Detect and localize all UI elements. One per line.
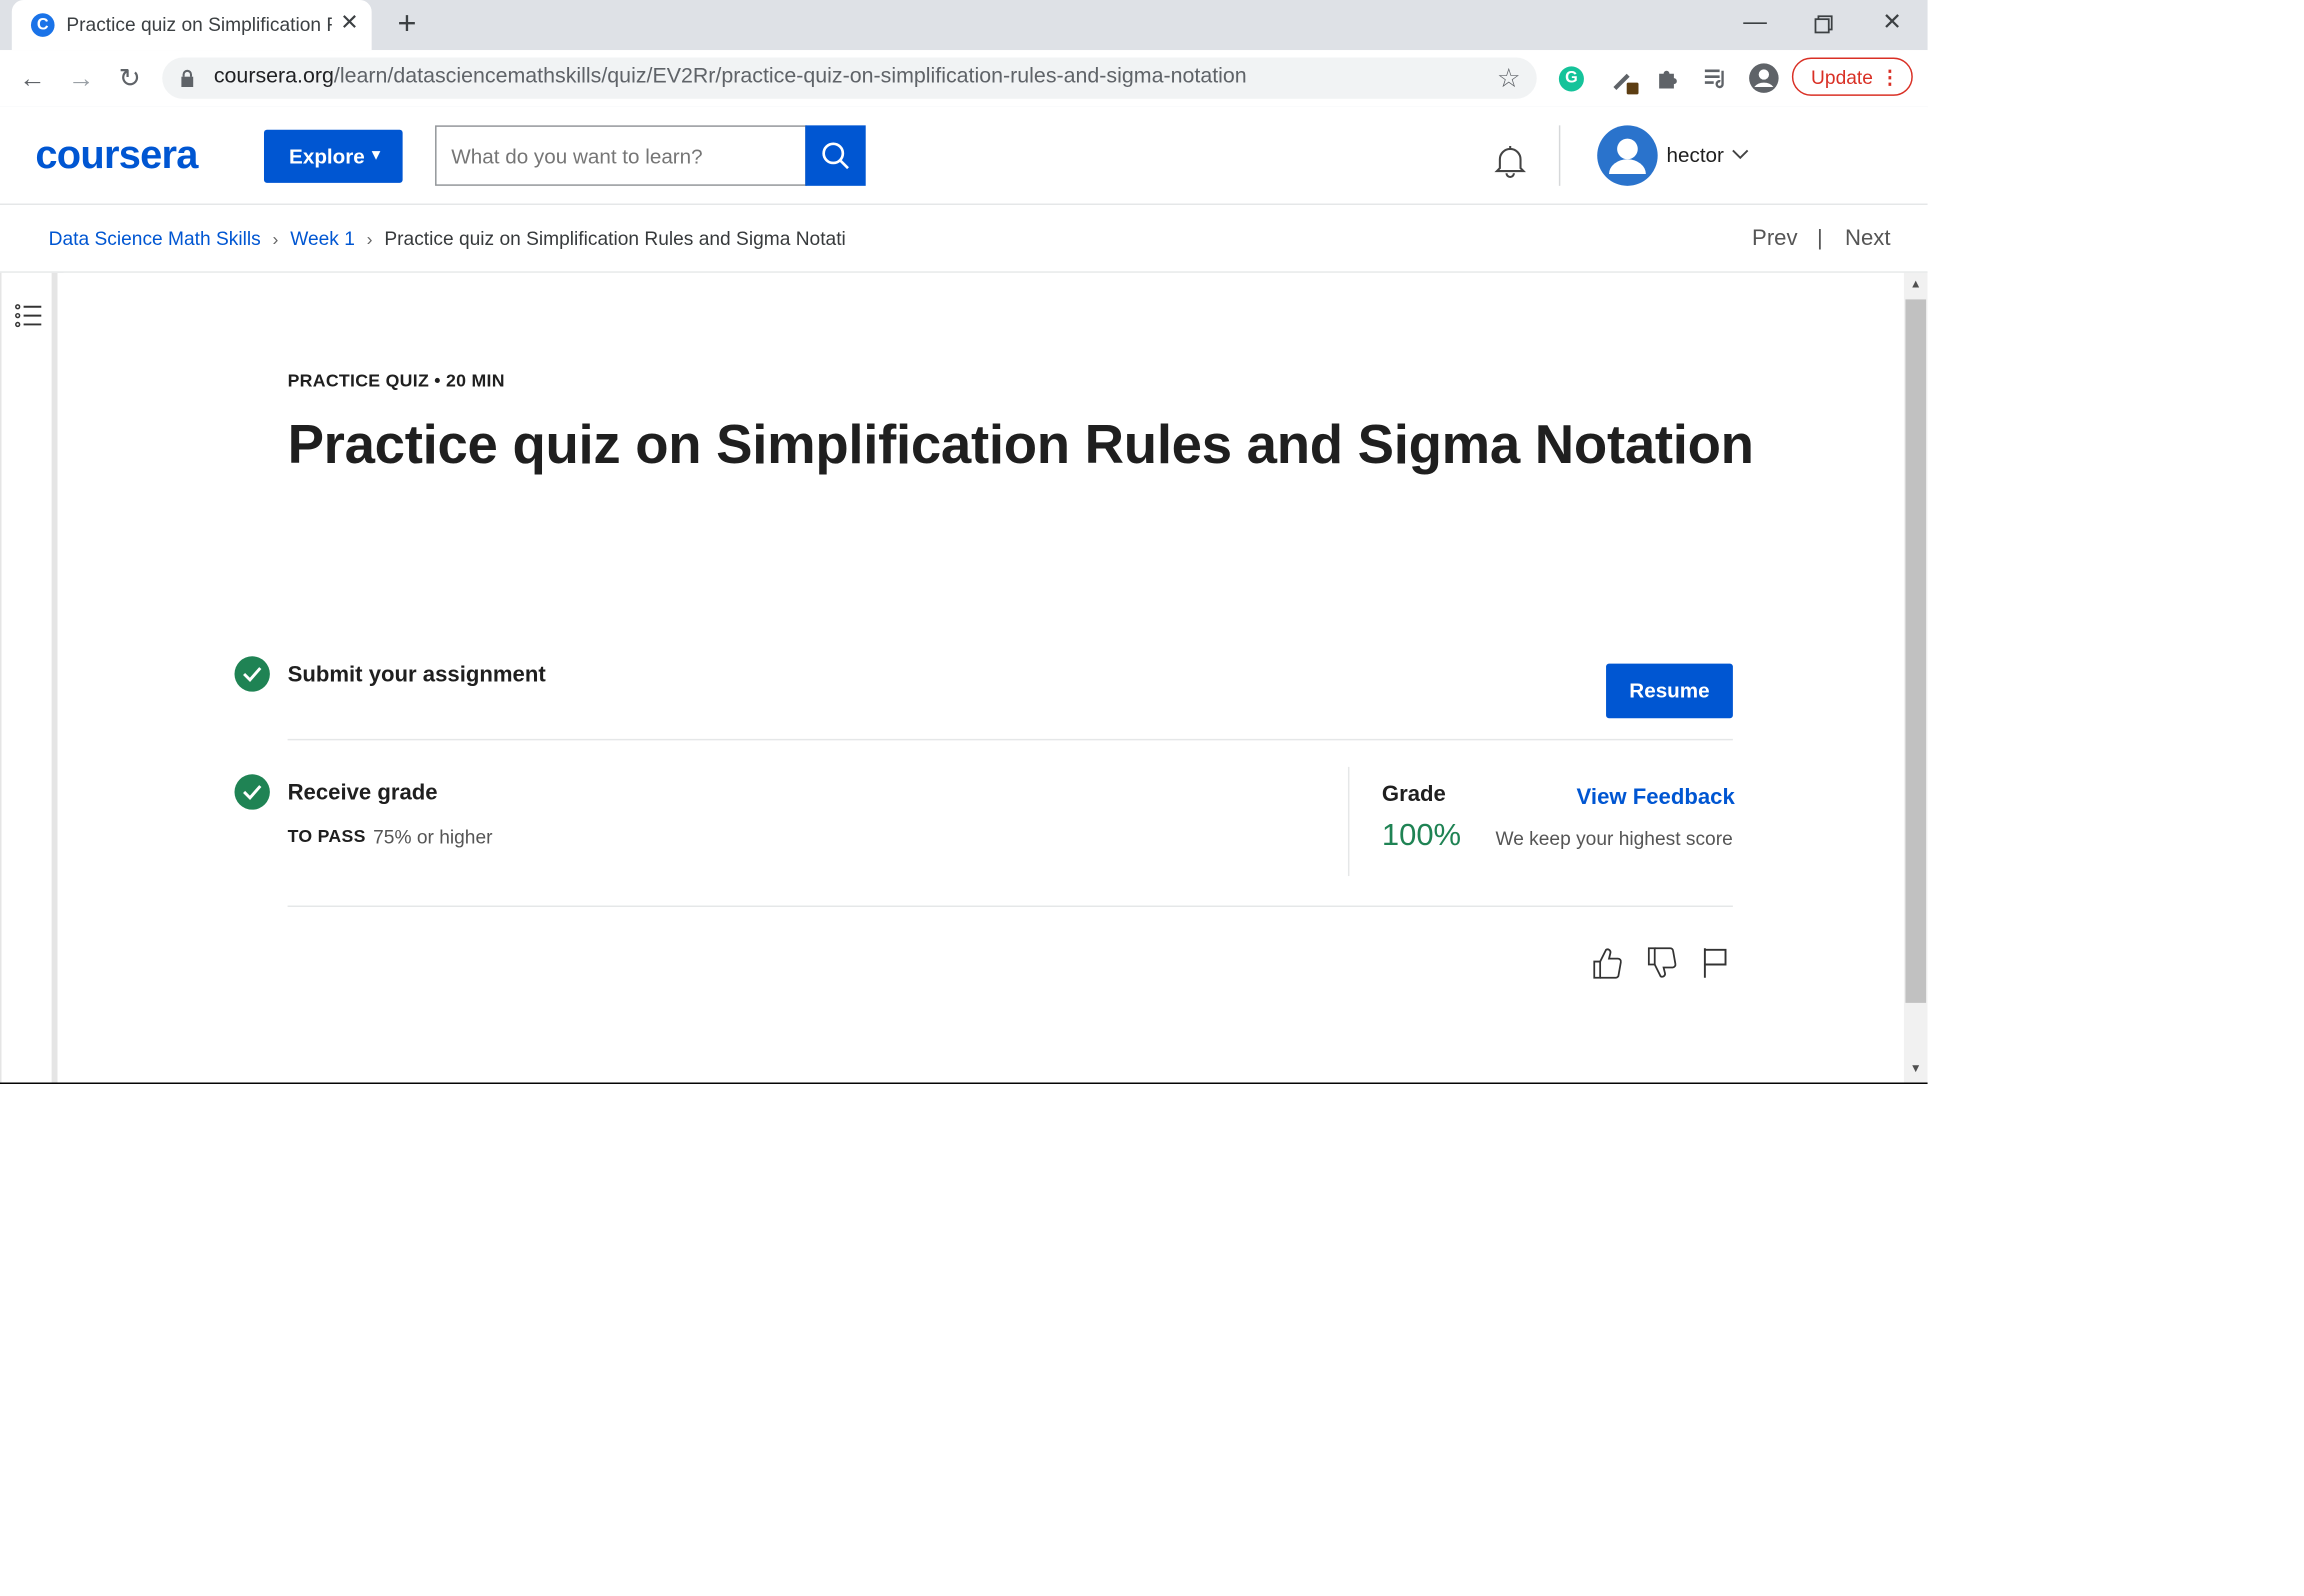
grade-divider (1347, 766, 1350, 877)
grammarly-extension-icon[interactable]: G (1558, 66, 1584, 92)
page-title: Practice quiz on Simplification Rules an… (287, 414, 1754, 475)
explore-button[interactable]: Explore ▼ (263, 129, 403, 183)
submit-complete-check-icon (234, 656, 270, 692)
tab-close-icon[interactable]: ✕ (338, 11, 362, 36)
window-close-icon[interactable]: ✕ (1870, 7, 1914, 39)
flag-icon[interactable] (1700, 945, 1729, 980)
to-pass-label: TO PASS (287, 825, 366, 847)
tab-strip: C Practice quiz on Simplification Rules … (0, 0, 1928, 51)
main-content: PRACTICE QUIZ • 20 MIN Practice quiz on … (63, 272, 1904, 1083)
new-tab-icon[interactable]: + (389, 7, 424, 42)
coursera-logo[interactable]: coursera (35, 133, 198, 179)
update-button[interactable]: Update ⋮ (1791, 57, 1913, 96)
submit-assignment-label: Submit your assignment (287, 662, 546, 688)
username[interactable]: hector (1667, 143, 1724, 167)
quiz-meta: PRACTICE QUIZ • 20 MIN (287, 370, 505, 391)
url-text[interactable]: coursera.org/learn/datasciencemathskills… (214, 65, 1247, 89)
left-rail (0, 272, 58, 1083)
profile-icon[interactable] (1748, 62, 1780, 94)
breadcrumb-current: Practice quiz on Simplification Rules an… (384, 227, 846, 250)
prev-link[interactable]: Prev (1752, 226, 1797, 251)
bookmark-star-icon[interactable]: ☆ (1497, 63, 1521, 92)
scrollbar-thumb[interactable] (1905, 299, 1927, 1003)
reload-icon[interactable]: ↻ (114, 62, 146, 94)
restore-icon[interactable] (1801, 7, 1845, 39)
tab-title: Practice quiz on Simplification Rules an… (66, 13, 331, 36)
search-input[interactable] (436, 126, 806, 185)
thumbs-up-icon[interactable] (1591, 945, 1623, 980)
header-divider (1558, 125, 1561, 186)
next-link[interactable]: Next (1845, 226, 1890, 251)
divider (287, 905, 1733, 908)
back-icon[interactable]: ← (16, 62, 48, 94)
scroll-down-arrow-icon[interactable]: ▼ (1904, 1062, 1928, 1077)
user-menu-chevron-icon[interactable] (1730, 143, 1751, 164)
highest-score-note: We keep your highest score (1495, 827, 1733, 850)
user-avatar[interactable] (1597, 125, 1658, 186)
resume-button[interactable]: Resume (1606, 663, 1733, 719)
search-button[interactable] (805, 125, 866, 186)
grade-value: 100% (1381, 818, 1462, 853)
chevron-right-icon: › (366, 228, 373, 250)
browser-toolbar: ← → ↻ coursera.org/learn/datasciencemath… (0, 50, 1928, 108)
browser-tab[interactable]: C Practice quiz on Simplification Rules … (11, 0, 372, 51)
grade-label: Grade (1381, 781, 1446, 807)
table-of-contents-icon[interactable] (15, 302, 44, 329)
chevron-down-icon: ▼ (368, 147, 384, 164)
url-host: coursera.org (213, 64, 334, 89)
coursera-favicon-icon: C (30, 13, 55, 37)
url-path: /learn/datasciencemathskills/quiz/EV2Rr/… (333, 64, 1247, 89)
breadcrumb-bar: Data Science Math Skills › Week 1 › Practice… (0, 204, 1928, 273)
prev-next-separator: | (1816, 225, 1823, 251)
notifications-bell-icon[interactable] (1491, 142, 1529, 180)
eyedropper-extension-icon[interactable] (1608, 63, 1640, 95)
address-bar[interactable]: coursera.org/learn/datasciencemathskills… (162, 57, 1537, 99)
reading-list-icon[interactable] (1702, 65, 1729, 92)
minimize-icon[interactable]: — (1733, 7, 1777, 39)
search-icon (822, 142, 849, 170)
breadcrumb-course-link[interactable]: Data Science Math Skills (49, 227, 261, 249)
grade-complete-check-icon (234, 774, 270, 810)
window-bottom-border (0, 1082, 1928, 1084)
search-box (435, 125, 807, 186)
site-header: coursera Explore▼ hector (0, 106, 1928, 205)
scroll-up-arrow-icon[interactable]: ▲ (1904, 277, 1928, 292)
breadcrumb-week-link[interactable]: Week 1 (290, 227, 355, 249)
chevron-right-icon: › (272, 228, 279, 250)
page-scrollbar[interactable]: ▲ ▼ (1903, 272, 1928, 1083)
view-feedback-link[interactable]: View Feedback (1577, 785, 1735, 810)
forward-icon[interactable]: → (65, 62, 97, 94)
thumbs-down-icon[interactable] (1646, 945, 1678, 980)
to-pass-value: 75% or higher (373, 825, 493, 849)
lock-icon (180, 69, 195, 88)
extensions-puzzle-icon[interactable] (1655, 65, 1682, 92)
menu-dots-icon: ⋮ (1880, 66, 1900, 89)
receive-grade-label: Receive grade (287, 780, 438, 806)
divider (287, 738, 1733, 741)
breadcrumb: Data Science Math Skills › Week 1 › Practice… (49, 227, 846, 249)
